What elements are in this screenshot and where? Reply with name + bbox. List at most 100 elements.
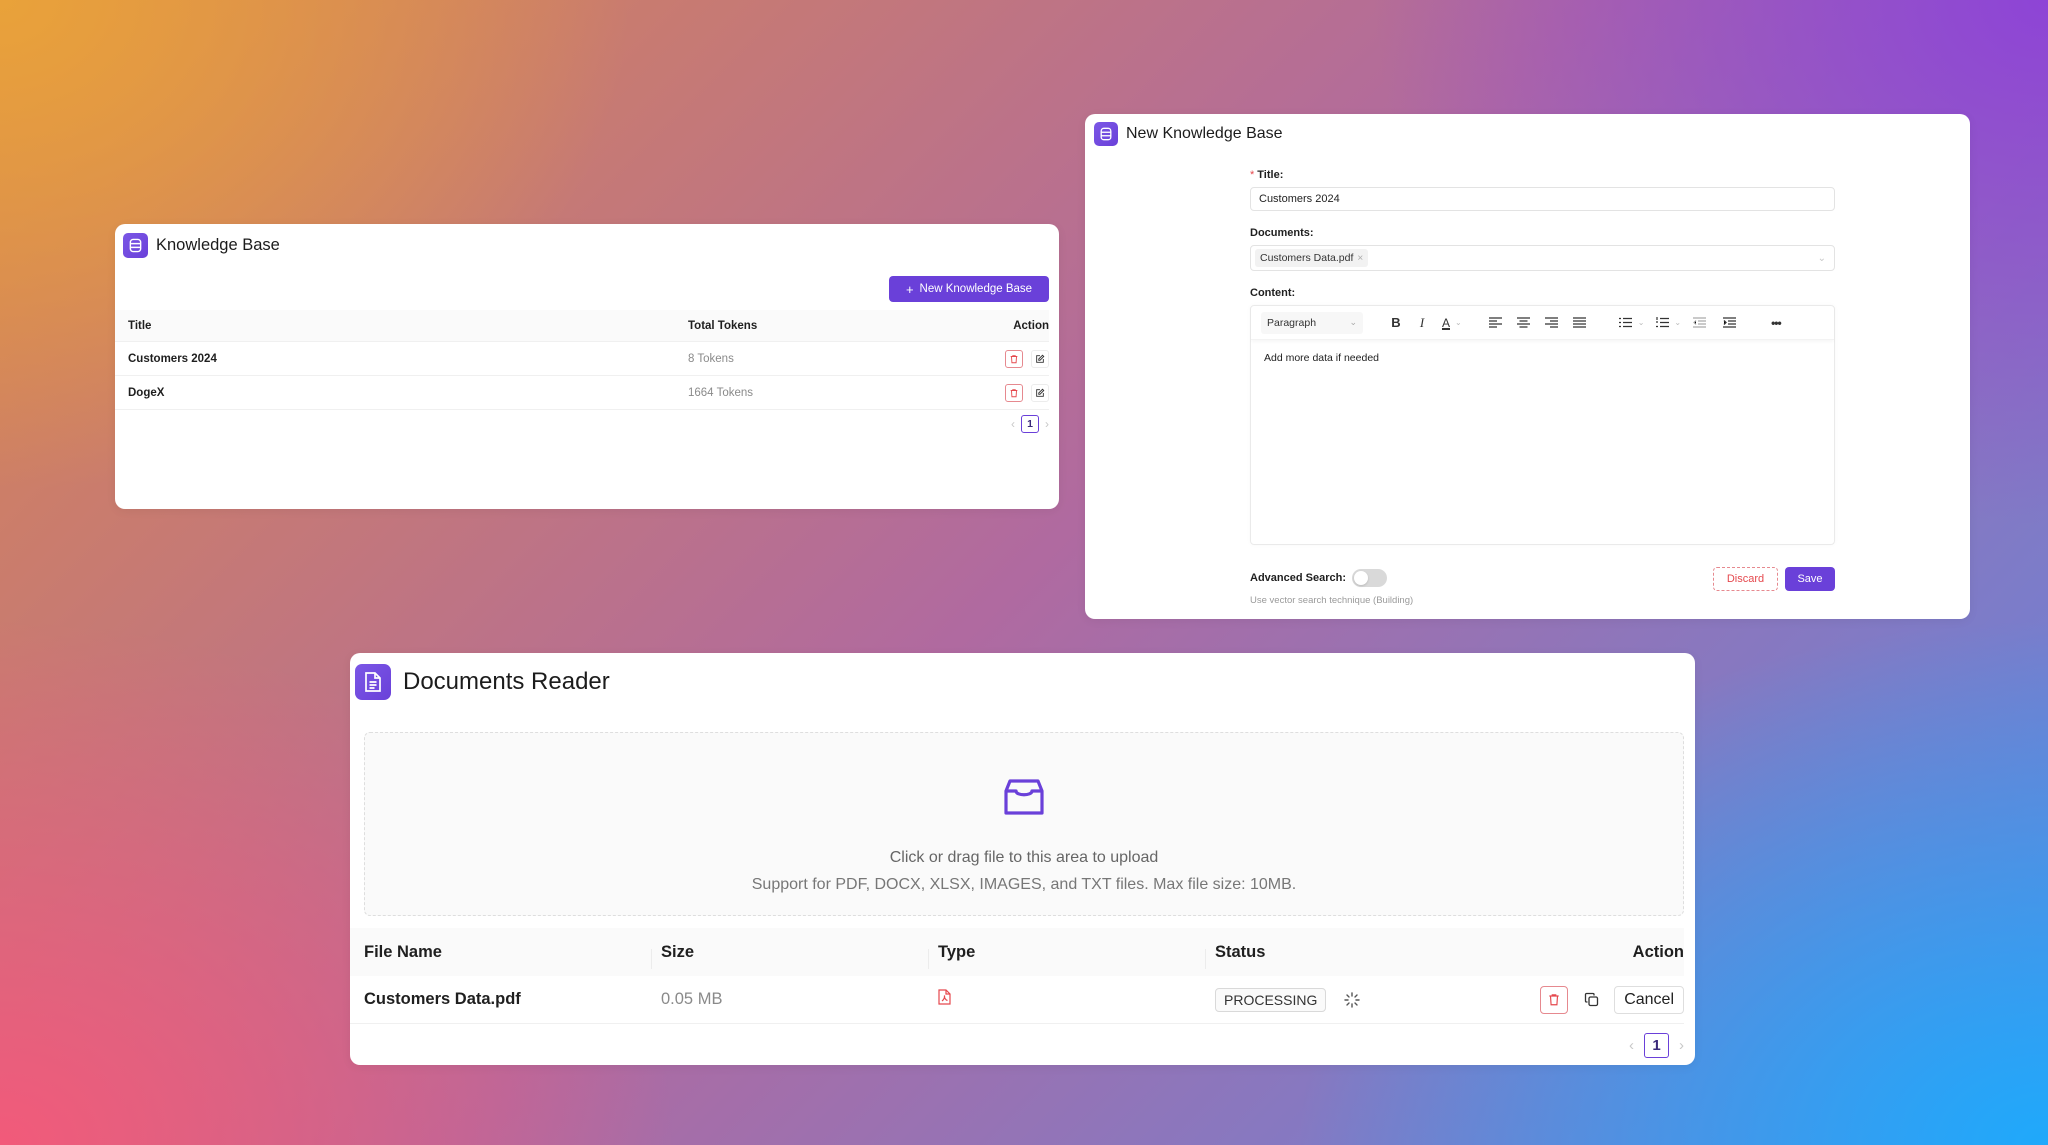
numbered-list-icon [1655,317,1669,328]
panel-header: New Knowledge Base [1094,122,1283,146]
edit-button[interactable] [1031,383,1049,402]
edit-icon [1036,354,1045,363]
align-justify-button[interactable] [1572,312,1588,334]
file-status: PROCESSING [1215,987,1415,1012]
copy-button[interactable] [1580,986,1602,1014]
selected-document-tag: Customers Data.pdf × [1255,249,1369,267]
status-badge: PROCESSING [1215,987,1327,1012]
italic-button[interactable]: I [1417,312,1427,334]
indent-button[interactable] [1721,312,1737,334]
label-text: Title: [1257,169,1284,181]
panel-title: New Knowledge Base [1126,125,1283,142]
upload-primary-text: Click or drag file to this area to uploa… [889,849,1159,866]
header-text: Status [1215,942,1266,961]
trash-icon [1010,388,1018,397]
header-text: Size [661,942,695,961]
edit-icon [1036,388,1045,397]
alignment-group [1488,312,1588,334]
row-tokens: 1664 Tokens [688,386,754,399]
chevron-down-icon[interactable]: ⌄ [1674,312,1681,334]
upload-secondary-text: Support for PDF, DOCX, XLSX, IMAGES, and… [751,876,1297,893]
file-name: Customers Data.pdf [364,990,521,1008]
align-left-button[interactable] [1488,312,1504,334]
indent-icon [1722,317,1736,328]
bullet-list-button[interactable] [1618,312,1634,334]
advanced-search-toggle[interactable] [1352,569,1387,587]
row-title: DogeX [128,386,165,399]
upload-dropzone[interactable]: Click or drag file to this area to uploa… [364,732,1684,916]
tag-label: Customers Data.pdf [1260,252,1354,264]
column-header-tokens: Total Tokens [688,319,758,332]
chevron-down-icon: ⌄ [1817,252,1826,264]
text-color-button[interactable]: A [1441,312,1451,334]
align-right-icon [1545,317,1559,328]
database-icon [123,233,148,258]
rich-text-editor: Paragraph ⌄ B I A ⌄ ⌄ ⌄ ••• Add more dat… [1250,305,1835,545]
new-knowledge-base-button[interactable]: + New Knowledge Base [889,276,1049,302]
advanced-search-help: Use vector search technique (Building) [1250,595,1414,606]
page-button-current[interactable]: 1 [1644,1033,1669,1058]
chevron-down-icon[interactable]: ⌄ [1638,312,1645,334]
chevron-right-icon[interactable]: › [1679,1037,1684,1054]
file-size: 0.05 MB [661,990,723,1008]
bold-button[interactable]: B [1389,312,1403,334]
row-actions [959,349,1049,368]
title-label: * Title: [1250,169,1835,181]
copy-icon [1584,992,1598,1007]
knowledge-base-table: Title Total Tokens Action Customers 2024… [115,310,1049,410]
documents-select[interactable]: Customers Data.pdf × ⌄ [1250,245,1835,271]
table-row: Customers 2024 8 Tokens [115,342,1049,376]
cancel-button[interactable]: Cancel [1614,985,1684,1014]
numbered-list-button[interactable] [1654,312,1670,334]
row-actions [959,383,1049,402]
documents-table: File Name Size Type Status Action Custom… [350,928,1684,1024]
bullet-list-icon [1619,317,1633,328]
block-format-select[interactable]: Paragraph ⌄ [1261,311,1363,334]
save-button[interactable]: Save [1785,567,1835,591]
table-row: DogeX 1664 Tokens [115,376,1049,410]
align-right-button[interactable] [1544,312,1560,334]
more-options-icon[interactable]: ••• [1771,312,1782,334]
panel-title: Knowledge Base [156,236,280,254]
delete-button[interactable] [1005,349,1023,368]
advanced-search-label: Advanced Search: [1250,572,1346,584]
documents-label: Documents: [1250,227,1314,239]
panel-header: Knowledge Base [123,233,280,258]
row-tokens: 8 Tokens [688,352,734,365]
align-center-button[interactable] [1516,312,1532,334]
panel-title: Documents Reader [403,668,610,695]
delete-button[interactable] [1540,985,1569,1014]
form-actions: Discard Save [1713,567,1835,591]
row-title: Customers 2024 [128,352,217,365]
column-header-type: Type [928,943,1215,969]
new-knowledge-base-panel: New Knowledge Base * Title: Customers 202… [1085,114,1970,619]
trash-icon [1010,354,1018,363]
chevron-left-icon[interactable]: ‹ [1629,1037,1634,1054]
chevron-right-icon[interactable]: › [1045,417,1049,431]
panel-header: Documents Reader [355,664,610,700]
outdent-icon [1692,317,1706,328]
advanced-search-section: Advanced Search: Use vector search techn… [1250,569,1413,606]
table-header: File Name Size Type Status Action [350,928,1684,976]
chevron-left-icon[interactable]: ‹ [1011,417,1015,431]
discard-button[interactable]: Discard [1713,567,1778,591]
document-icon [355,664,391,700]
close-icon[interactable]: × [1357,253,1363,264]
database-icon [1094,122,1118,146]
chevron-down-icon: ⌄ [1349,317,1357,327]
column-header-status: Status [1205,942,1415,969]
editor-content[interactable]: Add more data if needed [1251,340,1834,376]
edit-button[interactable] [1031,349,1049,368]
title-input[interactable]: Customers 2024 [1250,187,1835,211]
plus-icon: + [905,281,914,297]
column-header-title: Title [128,319,152,332]
page-button-current[interactable]: 1 [1021,415,1039,433]
table-row: Customers Data.pdf 0.05 MB PROCESSING Ca… [350,976,1684,1024]
inbox-icon [1004,779,1044,815]
editor-toolbar: Paragraph ⌄ B I A ⌄ ⌄ ⌄ ••• [1251,306,1834,340]
align-center-icon [1517,317,1531,328]
outdent-button[interactable] [1691,312,1707,334]
chevron-down-icon[interactable]: ⌄ [1455,312,1462,334]
block-format-value: Paragraph [1267,316,1317,329]
delete-button[interactable] [1005,383,1023,402]
